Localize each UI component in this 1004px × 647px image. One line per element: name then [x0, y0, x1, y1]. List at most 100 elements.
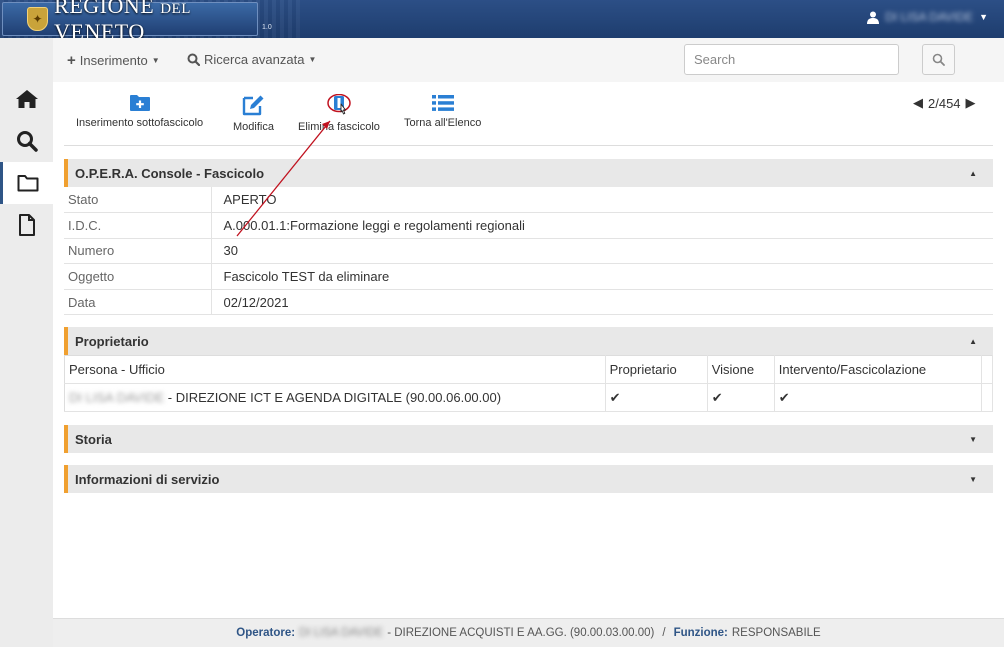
panel-title: Informazioni di servizio — [75, 471, 220, 487]
search-icon — [187, 53, 200, 66]
expand-down-icon[interactable]: ▼ — [969, 435, 977, 444]
ricerca-label: Ricerca avanzata — [204, 52, 305, 67]
caret-down-icon: ▼ — [979, 12, 988, 22]
pager-text: 2/454 — [928, 95, 961, 111]
storia-panel-header[interactable]: Storia ▼ — [64, 425, 993, 453]
inserimento-sottofascicolo-button[interactable]: Inserimento sottofascicolo — [76, 94, 203, 129]
table-row: DI LISA DAVIDE - DIREZIONE ICT E AGENDA … — [64, 383, 994, 412]
collapse-up-icon[interactable]: ▲ — [969, 169, 977, 178]
trash-icon — [327, 94, 351, 115]
field-value: Fascicolo TEST da eliminare — [211, 263, 993, 290]
operatore-label: Operatore: — [236, 627, 296, 639]
table-header-row: Persona - Ufficio Proprietario Visione I… — [64, 355, 994, 384]
field-label: Oggetto — [64, 263, 212, 290]
plus-icon: + — [67, 52, 76, 69]
brand-word-2: DEL — [160, 1, 191, 17]
document-icon — [18, 214, 35, 236]
footer-separator: / — [662, 627, 666, 639]
column-header: Proprietario — [605, 355, 708, 384]
toolbar-label: Elimina fascicolo — [298, 121, 380, 133]
folder-icon — [17, 175, 39, 192]
toolbar-label: Modifica — [233, 121, 274, 133]
check-icon: ✔ — [605, 383, 708, 412]
rail-home[interactable] — [0, 78, 53, 120]
field-label: I.D.C. — [64, 212, 212, 239]
field-label: Numero — [64, 238, 212, 265]
field-label: Data — [64, 289, 212, 316]
search-input[interactable] — [684, 44, 899, 75]
brand-word-3: VENETO — [54, 19, 145, 38]
toolbar-label: Inserimento sottofascicolo — [76, 117, 204, 129]
expand-down-icon[interactable]: ▼ — [969, 475, 977, 484]
row-spacer — [981, 383, 994, 412]
main-content: + Inserimento ▼ Ricerca avanzata ▼ Inser… — [53, 38, 1004, 618]
edit-icon — [243, 95, 264, 116]
field-value: A.000.01.1:Formazione leggi e regolament… — [211, 212, 993, 239]
funzione-label: Funzione: — [673, 627, 728, 639]
table-row: Data 02/12/2021 — [64, 289, 993, 316]
toolbar-separator — [64, 145, 993, 146]
column-header-spacer — [981, 355, 994, 384]
info-panel-header[interactable]: Informazioni di servizio ▼ — [64, 465, 993, 493]
crest-icon: ✦ — [27, 7, 49, 31]
list-icon — [431, 95, 454, 111]
panel-title: O.P.E.R.A. Console - Fascicolo — [75, 165, 265, 181]
next-arrow-icon[interactable]: ▶ — [966, 95, 976, 111]
toolbar-label: Torna all'Elenco — [404, 117, 482, 129]
fascicolo-details-table: Stato APERTO I.D.C. A.000.01.1:Formazione … — [64, 187, 993, 316]
status-footer: Operatore: DI LISA DAVIDE - DIREZIONE AC… — [53, 618, 1004, 647]
folder-plus-icon — [129, 95, 150, 111]
rail-document[interactable] — [0, 204, 53, 246]
table-row: Oggetto Fascicolo TEST da eliminare — [64, 263, 993, 290]
search-bar: + Inserimento ▼ Ricerca avanzata ▼ — [53, 38, 1004, 82]
search-icon — [16, 131, 38, 152]
check-icon: ✔ — [774, 383, 982, 412]
inserimento-label: Inserimento — [79, 53, 148, 68]
field-value: 02/12/2021 — [211, 289, 993, 316]
caret-down-icon: ▼ — [308, 55, 317, 64]
rail-folder[interactable] — [0, 162, 53, 204]
office-name: - DIREZIONE ICT E AGENDA DIGITALE (90.00… — [164, 390, 502, 405]
table-row: Numero 30 — [64, 238, 993, 265]
field-value: APERTO — [211, 187, 993, 214]
column-header: Visione — [707, 355, 775, 384]
person-name: DI LISA DAVIDE — [69, 390, 165, 405]
user-icon — [867, 11, 880, 24]
fascicolo-panel-header[interactable]: O.P.E.R.A. Console - Fascicolo ▲ — [64, 159, 993, 187]
brand-word-1: REGIONE — [54, 0, 155, 18]
ricerca-avanzata-menu[interactable]: Ricerca avanzata ▼ — [187, 52, 316, 67]
user-name: DI LISA DAVIDE — [885, 10, 974, 24]
elimina-fascicolo-button[interactable]: Elimina fascicolo — [298, 94, 380, 133]
modifica-button[interactable]: Modifica — [233, 94, 274, 133]
app-version: 1.0 — [262, 24, 272, 31]
left-rail — [0, 38, 53, 647]
persona-ufficio-cell: DI LISA DAVIDE - DIREZIONE ICT E AGENDA … — [64, 383, 606, 412]
brand-logo[interactable]: ✦ REGIONE DEL VENETO — [2, 0, 258, 38]
column-header: Intervento/Fascicolazione — [774, 355, 982, 384]
table-row: Stato APERTO — [64, 187, 993, 214]
collapse-up-icon[interactable]: ▲ — [969, 337, 977, 346]
panel-title: Proprietario — [75, 333, 149, 349]
column-header: Persona - Ufficio — [64, 355, 606, 384]
rail-search[interactable] — [0, 120, 53, 162]
home-icon — [15, 90, 38, 108]
field-value: 30 — [211, 238, 993, 265]
check-icon: ✔ — [707, 383, 775, 412]
panel-title: Storia — [75, 431, 112, 447]
operatore-name: DI LISA DAVIDE — [299, 627, 384, 639]
inserimento-menu[interactable]: + Inserimento ▼ — [67, 52, 160, 69]
operatore-office: - DIREZIONE ACQUISTI E AA.GG. (90.00.03.… — [387, 627, 655, 639]
top-banner: ✦ REGIONE DEL VENETO 1.0 DI LISA DAVIDE … — [0, 0, 1004, 38]
proprietario-table: Persona - Ufficio Proprietario Visione I… — [64, 355, 994, 412]
funzione-value: RESPONSABILE — [731, 627, 821, 639]
prev-arrow-icon[interactable]: ◀ — [913, 95, 923, 111]
search-icon — [932, 53, 945, 66]
pager: ◀ 2/454 ▶ — [913, 95, 976, 111]
brand-title: REGIONE DEL VENETO — [54, 0, 257, 38]
field-label: Stato — [64, 187, 212, 214]
user-menu[interactable]: DI LISA DAVIDE ▼ — [867, 10, 988, 24]
torna-elenco-button[interactable]: Torna all'Elenco — [404, 94, 481, 129]
table-row: I.D.C. A.000.01.1:Formazione leggi e rego… — [64, 212, 993, 239]
proprietario-panel-header[interactable]: Proprietario ▲ — [64, 327, 993, 355]
search-button[interactable] — [922, 44, 955, 75]
